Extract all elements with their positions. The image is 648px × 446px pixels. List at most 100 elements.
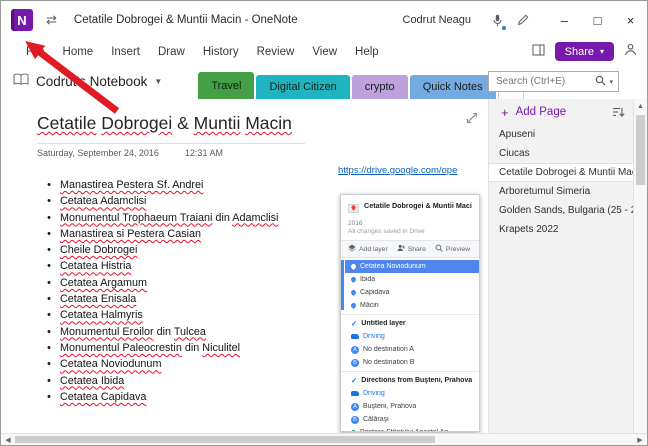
add-page-label: Add Page — [516, 106, 567, 118]
list-item[interactable]: •Cetatea Enisala — [45, 291, 278, 307]
search-icon[interactable] — [595, 73, 606, 91]
page-canvas[interactable]: Cetatile Dobrogei & Muntii Macin Saturda… — [1, 99, 488, 433]
expand-page-icon[interactable] — [466, 111, 478, 129]
section-tab-quick-notes[interactable]: Quick Notes — [410, 75, 496, 99]
divider — [341, 314, 479, 315]
chevron-down-icon: ▼ — [154, 77, 162, 86]
menu-review[interactable]: Review — [248, 46, 304, 58]
page-list-item[interactable]: Apuseni — [489, 125, 633, 144]
page-date-row: Saturday, September 24, 2016 12:31 AM — [37, 148, 223, 158]
list-item[interactable]: •Cetatea Histria — [45, 258, 278, 274]
page-list-item[interactable]: Krapets 2022 — [489, 220, 633, 239]
section-tab-travel[interactable]: Travel — [198, 72, 254, 99]
onenote-window: N ⇄ Cetatile Dobrogei & Muntii Macin - O… — [0, 0, 648, 446]
user-presence-icon[interactable] — [624, 43, 637, 61]
page-list-item[interactable]: Golden Sands, Bulgaria (25 - 28 m — [489, 201, 633, 220]
bullet-icon: • — [45, 226, 53, 242]
bullet-icon: • — [45, 242, 53, 258]
map-pin-icon — [350, 263, 357, 270]
section-tab-crypto[interactable]: crypto — [352, 75, 408, 99]
search-input[interactable] — [496, 76, 592, 87]
user-account[interactable]: Codrut Neagu — [403, 14, 472, 26]
list-item[interactable]: •Cetatea Capidava — [45, 389, 278, 405]
page-view-icon[interactable] — [532, 43, 545, 61]
map-title: Cetatile Dobrogei & Muntii Macin — [364, 201, 472, 210]
map-header: Cetatile Dobrogei & Muntii Macin — [341, 195, 479, 220]
title-divider — [37, 143, 305, 144]
scroll-up-button[interactable]: ▲ — [634, 99, 647, 113]
horizontal-scrollbar[interactable]: ◀ ▶ — [1, 433, 647, 445]
page-date[interactable]: Saturday, September 24, 2016 — [37, 148, 159, 158]
map-toolbar-add-layer: Add layer — [348, 244, 388, 254]
menu-file[interactable]: File — [17, 46, 54, 58]
map-route-stop: BNo destination B — [341, 356, 479, 369]
menu-help[interactable]: Help — [346, 46, 388, 58]
section-tab-digital-citizen[interactable]: Digital Citizen — [256, 75, 349, 99]
horizontal-scroll-thumb[interactable] — [15, 436, 435, 443]
bullet-icon: • — [45, 340, 53, 356]
scroll-left-button[interactable]: ◀ — [1, 434, 15, 445]
map-item: Măcin — [341, 299, 479, 312]
list-item[interactable]: •Cheile Dobrogei — [45, 242, 278, 258]
dictate-mic-icon[interactable] — [484, 1, 510, 39]
menu-view[interactable]: View — [303, 46, 346, 58]
bullet-icon: • — [45, 389, 53, 405]
list-item[interactable]: •Cetatea Adamclisi — [45, 193, 278, 209]
search-scope-chevron-icon[interactable]: ▾ — [609, 78, 613, 86]
map-layer-header: ✓Untitled layer — [341, 316, 479, 330]
share-button[interactable]: Share ▾ — [555, 42, 614, 61]
vertical-scroll-thumb[interactable] — [636, 115, 645, 185]
map-driving-mode: Driving — [341, 387, 479, 400]
map-item: Capidava — [341, 286, 479, 299]
page-list-item[interactable]: Arboretumul Simeria — [489, 182, 633, 201]
search-box[interactable]: ▾ — [488, 71, 619, 92]
bullet-icon: • — [45, 275, 53, 291]
bullet-icon: • — [45, 258, 53, 274]
plus-icon: + — [501, 105, 509, 120]
drive-link[interactable]: https://drive.google.com/ope — [338, 165, 457, 176]
list-item[interactable]: •Cetatea Halmyris — [45, 307, 278, 323]
map-selection-bar — [341, 260, 344, 310]
scroll-right-button[interactable]: ▶ — [633, 434, 647, 445]
bullet-icon: • — [45, 307, 53, 323]
list-item[interactable]: •Cetatea Argamum — [45, 275, 278, 291]
menu-history[interactable]: History — [194, 46, 248, 58]
menu-bar-items: FileHomeInsertDrawHistoryReviewViewHelp — [1, 46, 388, 58]
back-forward-nav-icon[interactable]: ⇄ — [46, 12, 57, 28]
preview-icon — [435, 244, 443, 254]
map-pin-icon — [350, 302, 357, 309]
notebook-switcher[interactable]: Codrut's Notebook ▼ — [1, 73, 162, 91]
sort-pages-icon[interactable] — [612, 107, 625, 118]
menu-insert[interactable]: Insert — [102, 46, 149, 58]
minimize-button[interactable]: – — [548, 1, 581, 39]
checkbox-icon: ✓ — [351, 320, 357, 328]
map-toolbar-share: Share — [397, 244, 426, 254]
list-item[interactable]: •Cetatea Ibida — [45, 373, 278, 389]
page-time[interactable]: 12:31 AM — [185, 148, 223, 158]
bullet-icon: • — [45, 210, 53, 226]
page-panel: + Add Page ApuseniCiucasCetatile Dobroge… — [488, 99, 633, 433]
embedded-map-preview[interactable]: Cetatile Dobrogei & Muntii Macin 2016 Al… — [340, 194, 480, 432]
list-item[interactable]: •Monumentul Paleocrestin din Niculitel — [45, 340, 278, 356]
list-item[interactable]: •Manastirea Pestera Sf. Andrei — [45, 177, 278, 193]
menu-home[interactable]: Home — [54, 46, 103, 58]
onenote-logo-icon[interactable]: N — [11, 9, 33, 31]
bullet-icon: • — [45, 177, 53, 193]
vertical-scrollbar[interactable]: ▲ — [633, 99, 647, 433]
add-page-button[interactable]: + Add Page — [489, 99, 633, 125]
page-title[interactable]: Cetatile Dobrogei & Muntii Macin — [37, 113, 292, 134]
page-list-item[interactable]: Ciucas — [489, 144, 633, 163]
page-list-item-selected[interactable]: Cetatile Dobrogei & Muntii Macin — [489, 163, 633, 182]
section-tabs: TravelDigital CitizencryptoQuick Notes+ — [198, 64, 523, 99]
map-pin-icon — [350, 289, 357, 296]
list-item[interactable]: •Monumentul Eroilor din Tulcea — [45, 324, 278, 340]
map-route-stop: ANo destination A — [341, 343, 479, 356]
list-item[interactable]: •Manastirea si Pestera Casian — [45, 226, 278, 242]
list-item[interactable]: •Cetatea Noviodunum — [45, 356, 278, 372]
map-layer-header: ✓Directions from Buşteni, Prahova ... — [341, 373, 479, 387]
list-item[interactable]: •Monumentul Trophaeum Traiani din Adamcl… — [45, 210, 278, 226]
close-button[interactable]: × — [614, 1, 647, 39]
menu-draw[interactable]: Draw — [149, 46, 194, 58]
maximize-button[interactable]: □ — [581, 1, 614, 39]
pen-icon[interactable] — [510, 1, 536, 39]
